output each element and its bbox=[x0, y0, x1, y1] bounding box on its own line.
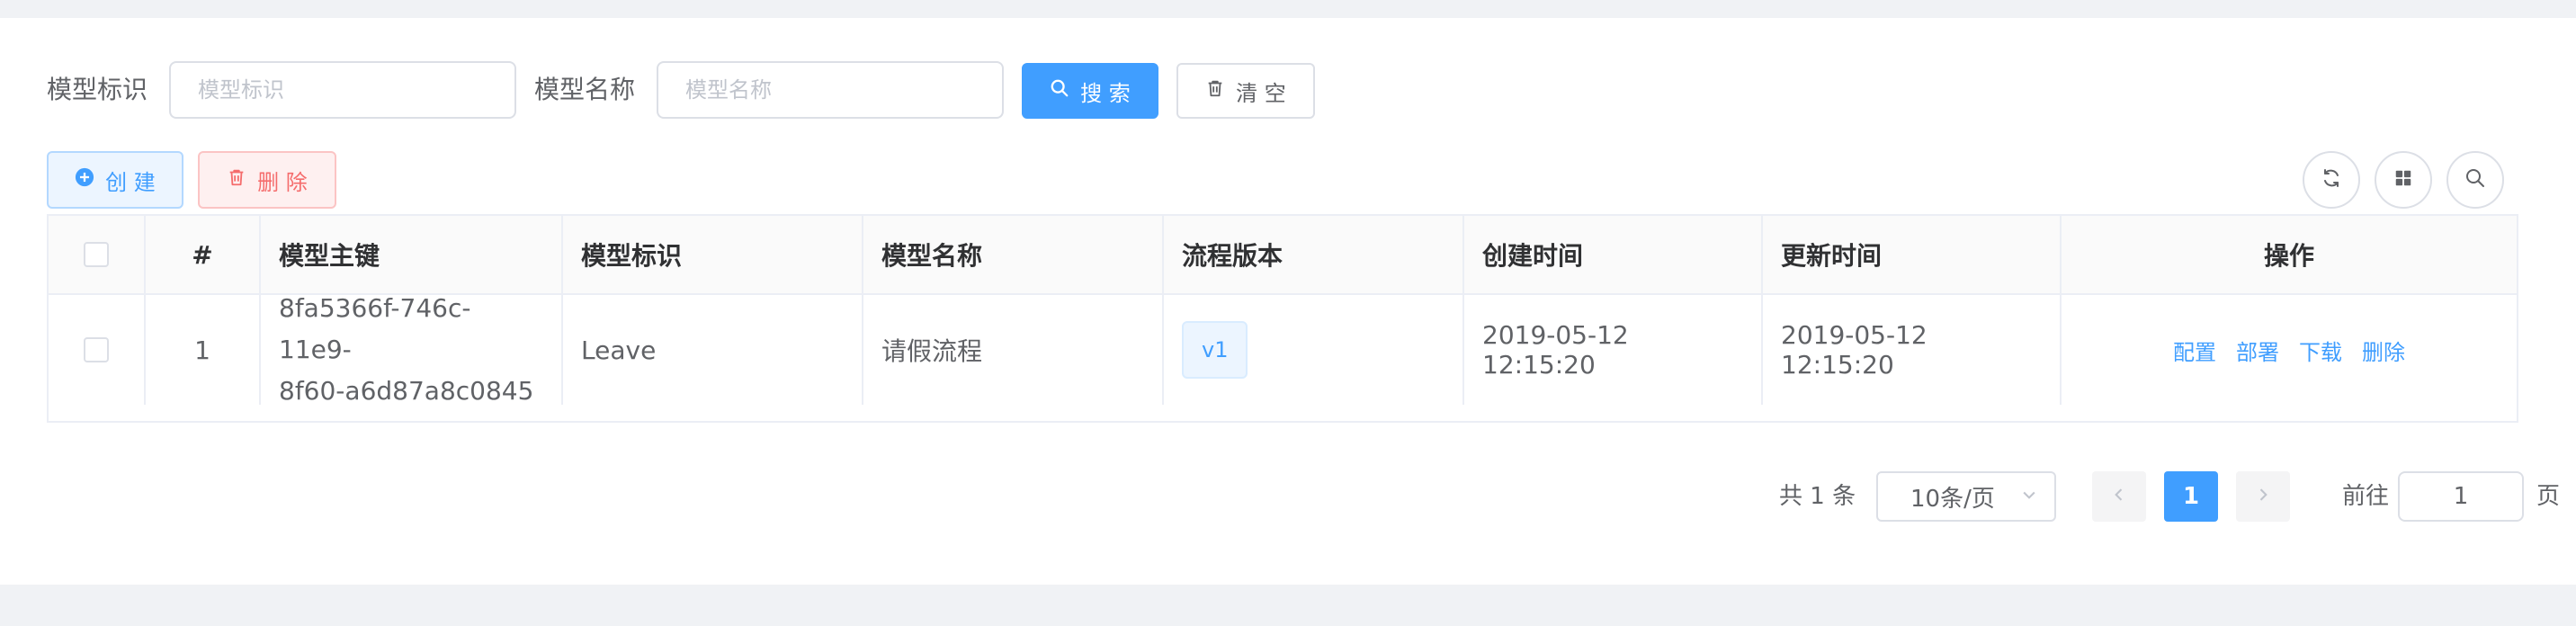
clear-button[interactable]: 清 空 bbox=[1176, 63, 1315, 119]
header-model-name: 模型名称 bbox=[863, 216, 1164, 293]
row-model-id-line1: 8fa5366f-746c-11e9- bbox=[279, 293, 471, 364]
grid-icon bbox=[2393, 168, 2413, 192]
select-all-checkbox[interactable] bbox=[84, 242, 109, 267]
goto-label: 前往 bbox=[2342, 483, 2390, 510]
row-model-id-line2: 8f60-a6d87a8c0845 bbox=[279, 376, 534, 406]
columns-button[interactable] bbox=[2375, 151, 2432, 209]
pagination-total: 共 1 条 bbox=[1779, 483, 1856, 510]
row-created: 2019-05-12 12:15:20 bbox=[1464, 295, 1763, 405]
row-model-key: Leave bbox=[563, 295, 863, 405]
search-button-label: 搜 索 bbox=[1080, 80, 1131, 106]
download-link[interactable]: 下载 bbox=[2299, 335, 2342, 366]
page-size-value: 10条/页 bbox=[1910, 485, 1995, 513]
clear-button-label: 清 空 bbox=[1236, 80, 1286, 106]
row-version-cell: v1 bbox=[1164, 295, 1464, 405]
refresh-icon bbox=[2321, 167, 2342, 192]
chevron-left-icon bbox=[2110, 483, 2128, 510]
search-icon bbox=[2464, 167, 2486, 192]
create-button[interactable]: 创 建 bbox=[47, 151, 183, 209]
model-name-label: 模型名称 bbox=[534, 75, 636, 104]
config-link[interactable]: 配置 bbox=[2173, 335, 2216, 366]
header-index: # bbox=[146, 216, 261, 293]
plus-circle-icon bbox=[75, 167, 94, 192]
model-key-label: 模型标识 bbox=[47, 75, 148, 104]
page-suffix: 页 bbox=[2536, 483, 2561, 510]
table-header-row: # 模型主键 模型标识 模型名称 流程版本 创建时间 更新时间 操作 bbox=[49, 216, 2517, 295]
search-icon bbox=[1050, 78, 1069, 103]
prev-page-button[interactable] bbox=[2092, 471, 2146, 522]
header-created: 创建时间 bbox=[1464, 216, 1763, 293]
goto-page-input[interactable] bbox=[2398, 471, 2524, 522]
delete-link[interactable]: 删除 bbox=[2362, 335, 2405, 366]
row-model-id: 8fa5366f-746c-11e9- 8f60-a6d87a8c0845 bbox=[261, 293, 563, 406]
row-index: 1 bbox=[146, 295, 261, 405]
page-number-1[interactable]: 1 bbox=[2164, 471, 2218, 522]
version-tag: v1 bbox=[1182, 321, 1248, 379]
model-name-input[interactable] bbox=[657, 61, 1004, 119]
header-model-id: 模型主键 bbox=[261, 216, 563, 293]
header-model-key: 模型标识 bbox=[563, 216, 863, 293]
create-button-label: 创 建 bbox=[105, 169, 156, 195]
delete-button[interactable]: 删 除 bbox=[198, 151, 336, 209]
chevron-right-icon bbox=[2254, 483, 2272, 510]
search-button[interactable]: 搜 索 bbox=[1022, 63, 1158, 119]
model-key-input[interactable] bbox=[169, 61, 516, 119]
table-row: 1 8fa5366f-746c-11e9- 8f60-a6d87a8c0845 … bbox=[49, 293, 2517, 406]
chevron-down-icon bbox=[2020, 486, 2038, 507]
header-version: 流程版本 bbox=[1164, 216, 1464, 293]
refresh-button[interactable] bbox=[2303, 151, 2360, 209]
trash-icon bbox=[227, 167, 246, 192]
header-select-cell bbox=[49, 216, 146, 293]
toggle-search-button[interactable] bbox=[2446, 151, 2504, 209]
delete-button-label: 删 除 bbox=[257, 169, 308, 195]
row-actions: 配置 部署 下载 删除 bbox=[2062, 295, 2517, 405]
page-size-select[interactable]: 10条/页 bbox=[1876, 471, 2056, 522]
header-updated: 更新时间 bbox=[1763, 216, 2062, 293]
header-actions: 操作 bbox=[2263, 241, 2314, 271]
next-page-button[interactable] bbox=[2236, 471, 2290, 522]
row-checkbox[interactable] bbox=[84, 337, 109, 362]
deploy-link[interactable]: 部署 bbox=[2236, 335, 2279, 366]
model-table: # 模型主键 模型标识 模型名称 流程版本 创建时间 更新时间 操作 1 8fa… bbox=[47, 214, 2518, 423]
row-updated: 2019-05-12 12:15:20 bbox=[1763, 295, 2062, 405]
row-select-cell bbox=[49, 295, 146, 405]
trash-icon bbox=[1205, 78, 1225, 103]
row-model-name: 请假流程 bbox=[863, 295, 1164, 405]
